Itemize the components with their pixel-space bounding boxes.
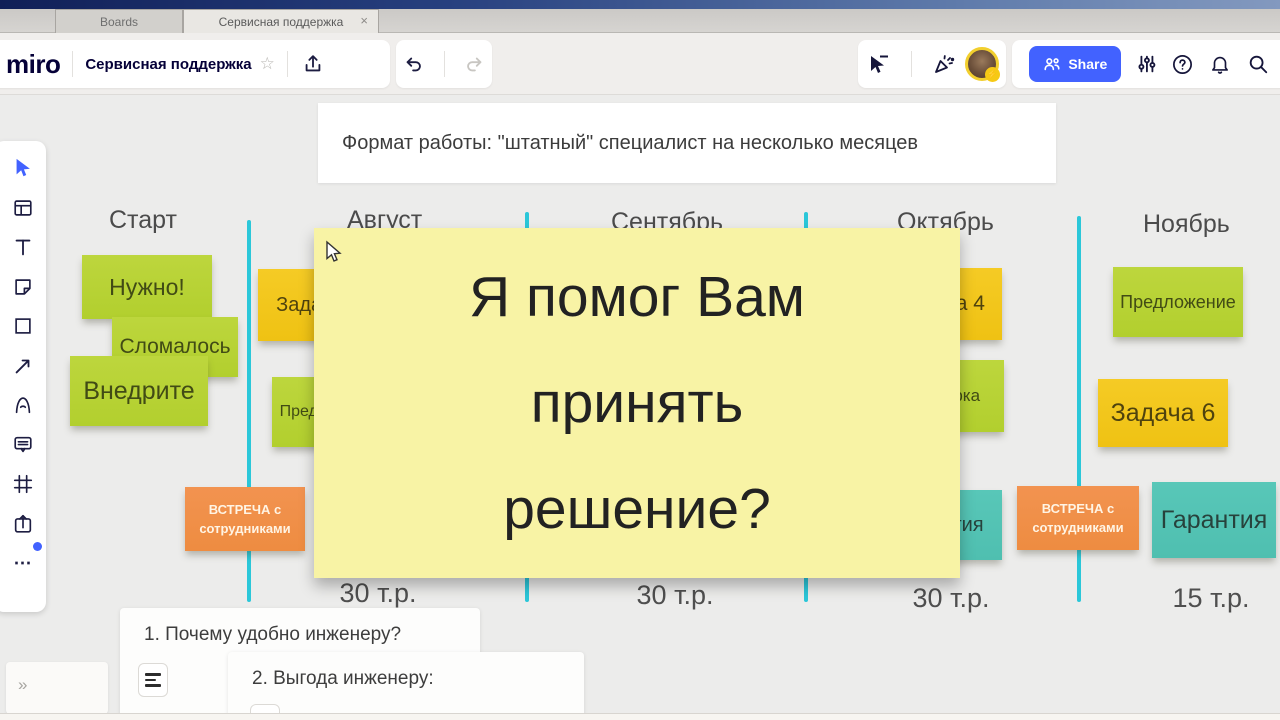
sticky-note-zadacha-6[interactable]: Задача 6 (1098, 379, 1228, 447)
browser-tab-bar: Boards Сервисная поддержка × (0, 9, 1280, 33)
price-label-november[interactable]: 15 т.р. (1173, 583, 1250, 614)
redo-icon[interactable] (461, 51, 487, 77)
board-title[interactable]: Сервисная поддержка (85, 56, 251, 73)
sticky-note-vnedrite[interactable]: Внедрите (70, 356, 208, 426)
column-header-november[interactable]: Ноябрь (1143, 210, 1230, 239)
overlay-line-1: Я помог Вам (469, 264, 805, 329)
overlay-question-note[interactable]: Я помог Вам принять решение? (314, 228, 960, 578)
share-label: Share (1068, 56, 1108, 72)
question-card-2[interactable]: 2. Выгода инженеру: (228, 652, 584, 720)
collapsed-panel[interactable]: » (6, 662, 108, 714)
question-2-text: 2. Выгода инженеру: (252, 668, 434, 689)
frame-tool-icon[interactable] (10, 471, 36, 497)
notifications-bell-icon[interactable] (1207, 51, 1233, 77)
overlay-line-2: принять (530, 370, 744, 435)
miro-logo[interactable]: miro (6, 49, 61, 80)
question-1-text: 1. Почему удобно инженеру? (144, 624, 402, 645)
collab-card: ⚡ (858, 40, 1006, 88)
comment-tool-icon[interactable] (10, 432, 36, 458)
undo-icon[interactable] (401, 51, 427, 77)
notification-dot (33, 542, 42, 551)
templates-tool-icon[interactable] (10, 195, 36, 221)
miro-app: Boards Сервисная поддержка × miro Сервис… (0, 0, 1280, 720)
tab-label: Boards (99, 14, 139, 29)
favorite-star-icon[interactable]: ☆ (260, 54, 275, 74)
price-label-october[interactable]: 30 т.р. (913, 583, 990, 614)
export-board-icon[interactable] (300, 51, 326, 77)
search-icon[interactable] (1245, 51, 1271, 77)
avatar[interactable]: ⚡ (964, 47, 1000, 82)
settings-sliders-icon[interactable] (1133, 51, 1159, 77)
bottom-bar (0, 713, 1280, 720)
sticky-note-tool-icon[interactable] (10, 274, 36, 300)
divider (910, 51, 912, 77)
celebrate-icon[interactable] (931, 51, 957, 77)
hide-cursors-icon[interactable] (865, 51, 891, 77)
divider (443, 51, 445, 77)
price-label-september[interactable]: 30 т.р. (637, 580, 714, 611)
column-header-start[interactable]: Старт (109, 206, 177, 235)
text-tool-icon[interactable] (10, 234, 36, 260)
divider (72, 51, 74, 77)
divider (286, 51, 288, 77)
tab-close-icon[interactable]: × (360, 14, 368, 27)
board-header-note[interactable]: Формат работы: "штатный" специалист на н… (318, 103, 1056, 183)
sticky-note-vstrecha-1[interactable]: ВСТРЕЧА с сотрудниками (185, 487, 305, 551)
actions-card: Share (1012, 40, 1280, 88)
browser-tab-boards[interactable]: Boards (55, 9, 183, 33)
miro-toolbar: miro Сервисная поддержка ☆ ⚡ Share (0, 33, 1280, 95)
upload-tool-icon[interactable] (10, 511, 36, 537)
tab-label: Сервисная поддержка (218, 14, 344, 29)
sticky-note-predlozhenie-2[interactable]: Предложение (1113, 267, 1243, 337)
sticky-note-vstrecha-2[interactable]: ВСТРЕЧА с сотрудниками (1017, 486, 1139, 550)
window-title-strip (0, 0, 1280, 9)
shape-tool-icon[interactable] (10, 313, 36, 339)
chevron-right-icon: » (18, 675, 28, 694)
board-info-card: miro Сервисная поддержка ☆ (0, 40, 390, 88)
sticky-note-nuzhno[interactable]: Нужно! (82, 255, 212, 319)
mouse-cursor-icon (326, 240, 342, 262)
overlay-line-3: решение? (503, 477, 771, 541)
select-tool-icon[interactable] (10, 155, 36, 181)
arrow-tool-icon[interactable] (10, 353, 36, 379)
lightning-badge-icon: ⚡ (984, 67, 1000, 82)
undo-redo-card (396, 40, 492, 88)
sticky-note-garantiya-2[interactable]: Гарантия (1152, 482, 1276, 558)
share-button[interactable]: Share (1029, 46, 1122, 82)
pen-tool-icon[interactable] (10, 392, 36, 418)
creation-toolbar: ⋯ (0, 141, 46, 612)
browser-tab-board[interactable]: Сервисная поддержка × (183, 9, 379, 33)
more-tools-icon[interactable]: ⋯ (10, 542, 42, 576)
help-icon[interactable] (1170, 51, 1196, 77)
price-label-august[interactable]: 30 т.р. (340, 578, 417, 609)
board-header-text: Формат работы: "штатный" специалист на н… (342, 131, 919, 154)
text-align-icon[interactable] (138, 663, 168, 697)
